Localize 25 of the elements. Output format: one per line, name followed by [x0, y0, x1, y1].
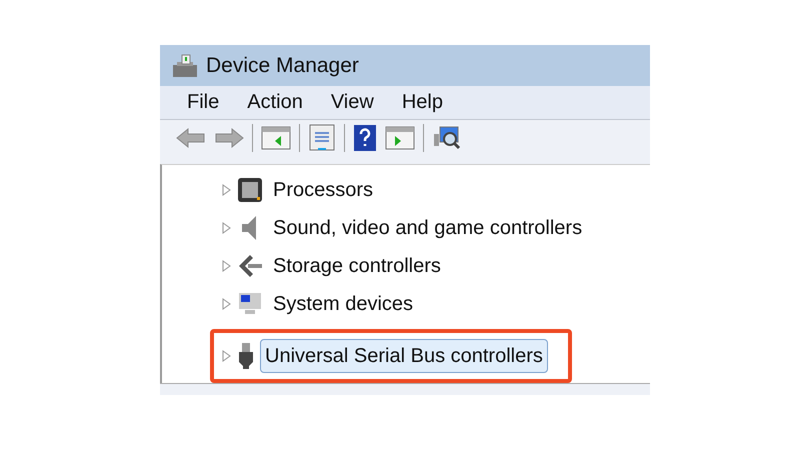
- help-icon[interactable]: [353, 124, 377, 152]
- scan-hardware-icon[interactable]: [432, 124, 462, 152]
- window-pane-icon[interactable]: [261, 126, 291, 150]
- expand-arrow-icon[interactable]: [222, 350, 232, 362]
- tree-item[interactable]: Processors: [268, 173, 378, 208]
- window-title: Device Manager: [206, 52, 359, 79]
- menu-item[interactable]: Help: [402, 87, 443, 118]
- tree-item[interactable]: Universal Serial Bus controllers: [260, 339, 548, 374]
- expand-arrow-icon[interactable]: [222, 222, 232, 234]
- expand-arrow-icon[interactable]: [222, 260, 232, 272]
- expand-arrow-icon[interactable]: [222, 298, 232, 310]
- properties-icon[interactable]: [308, 124, 336, 152]
- tree-item[interactable]: Sound, video and game controllers: [268, 211, 588, 246]
- tree-item[interactable]: System devices: [268, 287, 418, 322]
- window-pane-icon[interactable]: [385, 126, 415, 150]
- menu-item[interactable]: Action: [247, 87, 303, 118]
- back-arrow-icon[interactable]: [176, 126, 206, 149]
- device-manager-icon: [172, 52, 198, 79]
- chip-icon: [236, 176, 264, 204]
- expand-arrow-icon[interactable]: [222, 184, 232, 196]
- tree-item[interactable]: Storage controllers: [268, 249, 446, 284]
- menu-item[interactable]: File: [187, 87, 220, 118]
- menu-item[interactable]: View: [330, 87, 374, 118]
- usb-plug-icon: [236, 342, 256, 370]
- forward-arrow-icon[interactable]: [214, 126, 244, 149]
